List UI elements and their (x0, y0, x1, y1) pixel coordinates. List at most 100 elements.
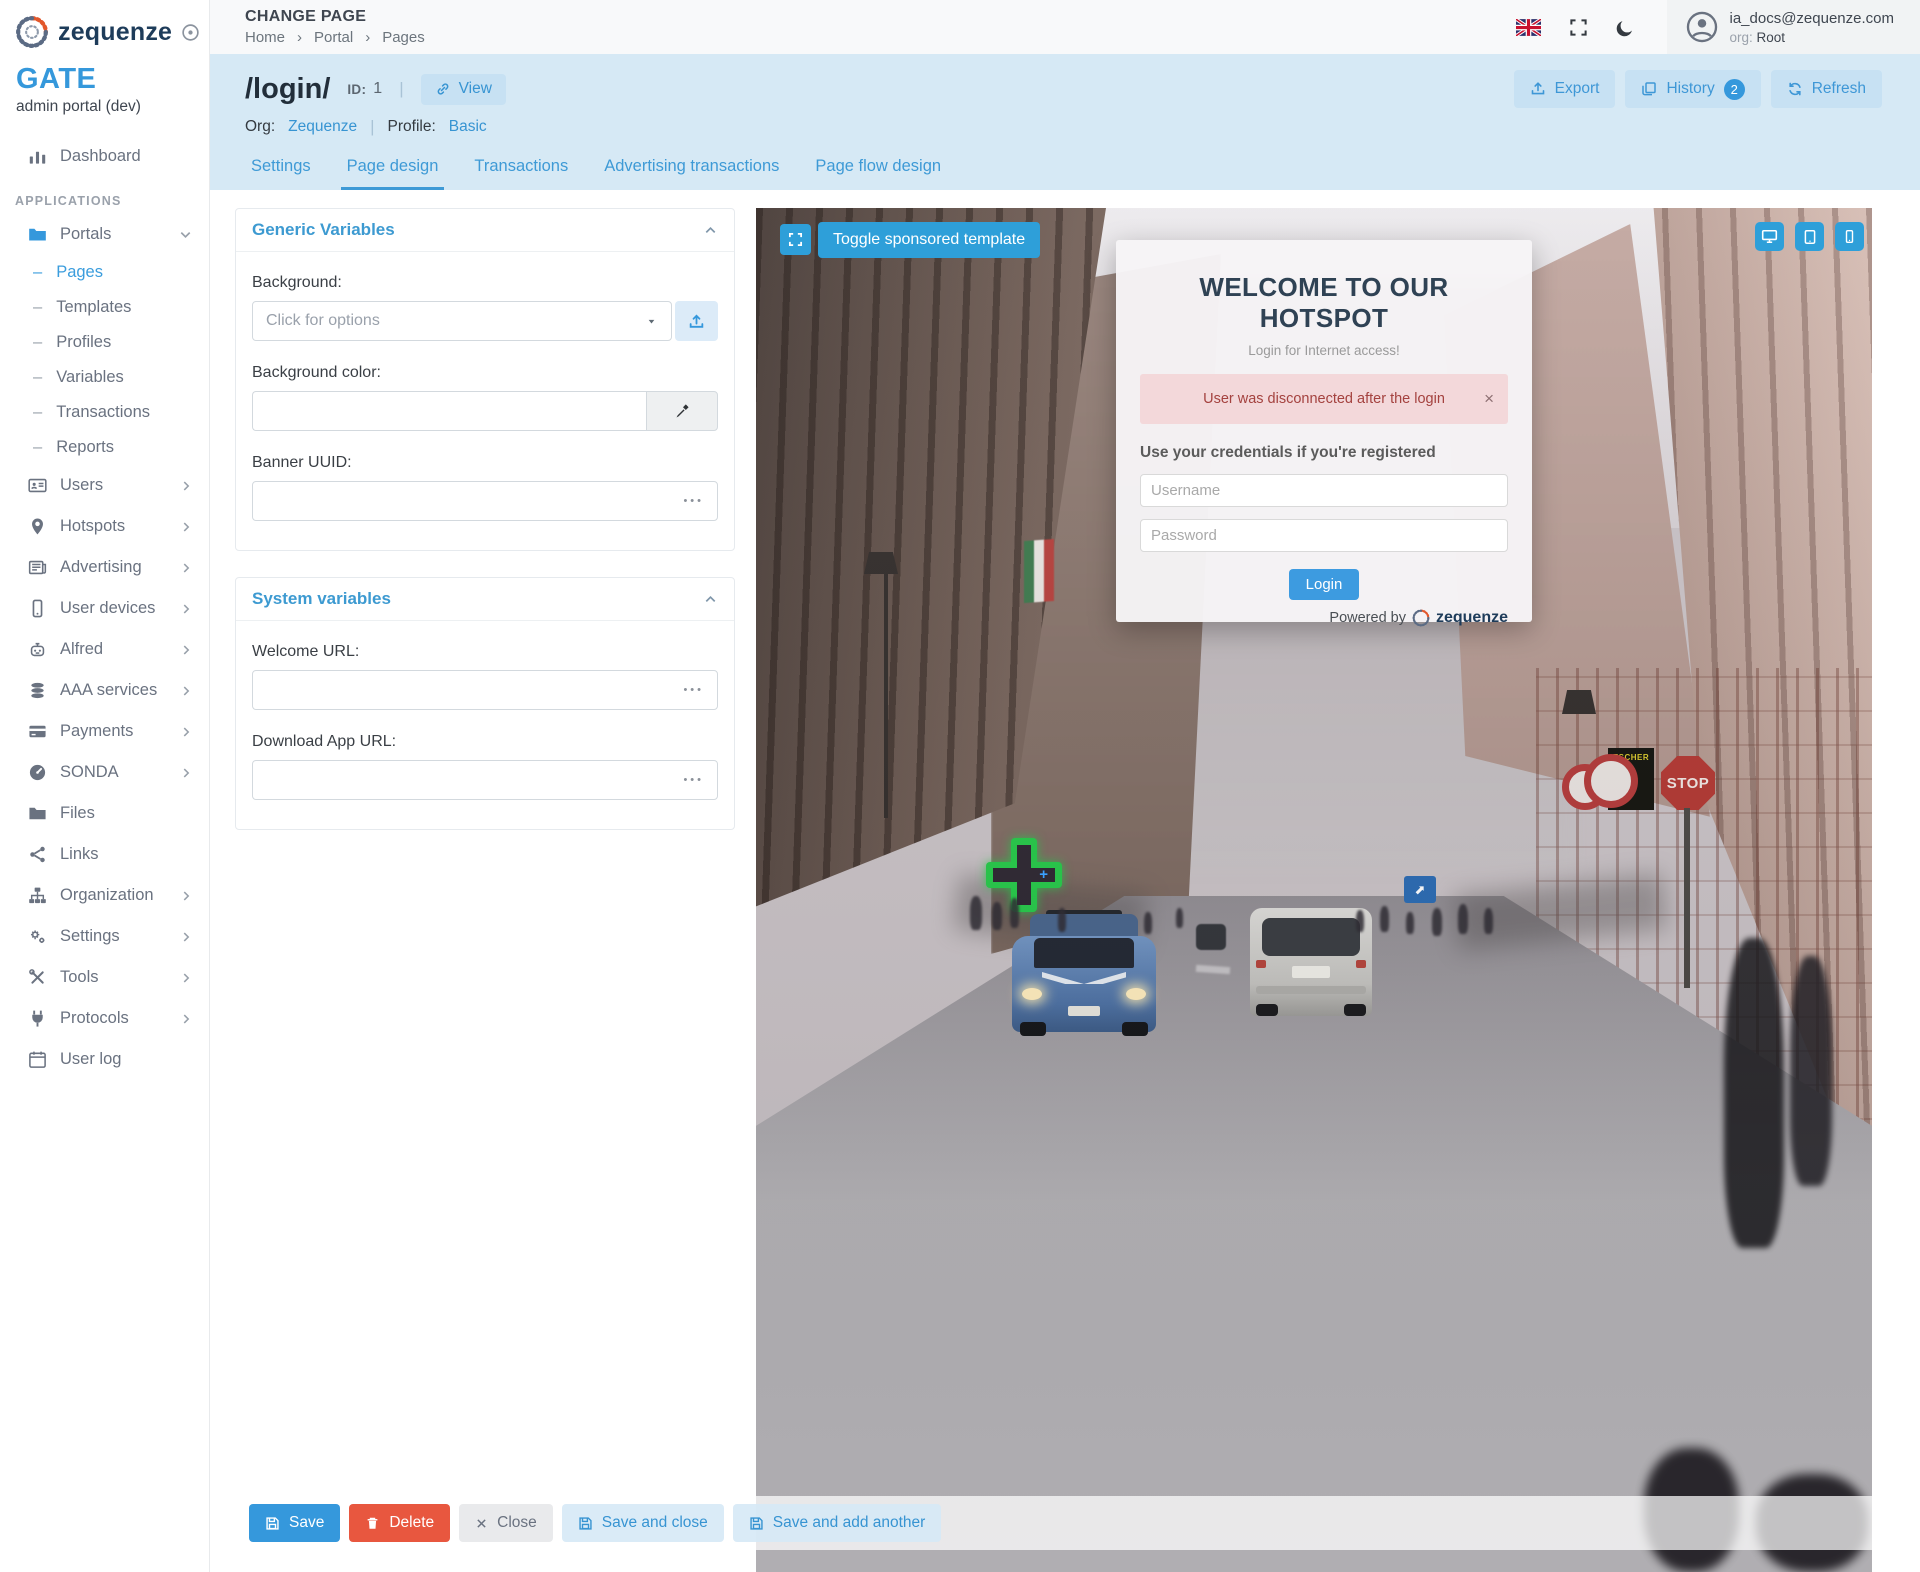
sidebar: zequenze GATE admin portal (dev) Dashboa… (0, 0, 210, 1572)
photo-pedestrian (992, 902, 1002, 930)
gauge-icon (28, 763, 47, 782)
breadcrumb: Home › Portal › Pages (245, 29, 425, 46)
ellipsis-icon[interactable]: ••• (683, 496, 704, 507)
sidebar-item-files[interactable]: Files (0, 793, 209, 834)
eyedropper-button[interactable] (646, 391, 718, 431)
divider: | (399, 79, 403, 99)
ellipsis-icon[interactable]: ••• (683, 685, 704, 696)
save-and-add-another-button[interactable]: Save and add another (733, 1504, 942, 1542)
org-link[interactable]: Zequenze (288, 118, 357, 136)
ellipsis-icon[interactable]: ••• (683, 775, 704, 786)
photo-italian-flag (1024, 539, 1054, 603)
toggle-sponsored-template-button[interactable]: Toggle sponsored template (818, 222, 1040, 258)
sidebar-item-transactions[interactable]: –Transactions (0, 395, 209, 430)
sidebar-nav: Dashboard APPLICATIONS Portals –Pages –T… (0, 136, 209, 1080)
tab-page-flow-design[interactable]: Page flow design (809, 157, 947, 190)
sidebar-item-variables[interactable]: –Variables (0, 360, 209, 395)
sidebar-item-user-devices[interactable]: User devices (0, 588, 209, 629)
sidebar-item-links[interactable]: Links (0, 834, 209, 875)
breadcrumb-home[interactable]: Home (245, 29, 285, 46)
delete-button[interactable]: Delete (349, 1504, 450, 1542)
background-label: Background: (252, 274, 718, 292)
refresh-icon (1787, 81, 1803, 97)
sidebar-item-organization[interactable]: Organization (0, 875, 209, 916)
background-color-input[interactable] (252, 391, 646, 431)
divider: | (370, 117, 374, 137)
uk-flag-icon[interactable] (1516, 19, 1541, 36)
background-select[interactable]: Click for options (252, 301, 672, 341)
download-app-url-input[interactable]: ••• (252, 760, 718, 800)
tab-page-design[interactable]: Page design (341, 157, 445, 190)
photo-pedestrian (1380, 906, 1389, 932)
chevron-right-icon (179, 889, 193, 903)
welcome-url-label: Welcome URL: (252, 643, 718, 661)
tablet-preview-button[interactable] (1795, 222, 1824, 251)
close-button[interactable]: Close (459, 1504, 553, 1542)
tablet-icon (1802, 229, 1818, 245)
sidebar-item-templates[interactable]: –Templates (0, 290, 209, 325)
password-input[interactable] (1140, 519, 1508, 552)
preview-fullscreen-button[interactable] (780, 224, 811, 255)
sidebar-item-alfred[interactable]: Alfred (0, 629, 209, 670)
photo-car (1196, 924, 1226, 950)
sidebar-item-profiles[interactable]: –Profiles (0, 325, 209, 360)
refresh-button[interactable]: Refresh (1771, 70, 1882, 108)
fullscreen-icon[interactable] (1569, 18, 1588, 37)
sidebar-item-user-log[interactable]: User log (0, 1039, 209, 1080)
chevron-down-icon (178, 227, 193, 242)
save-button[interactable]: Save (249, 1504, 340, 1542)
sidebar-item-aaa-services[interactable]: AAA services (0, 670, 209, 711)
photo-no-entry-sign (1584, 754, 1638, 808)
login-button[interactable]: Login (1289, 569, 1360, 600)
chevron-up-icon[interactable] (703, 592, 718, 607)
sidebar-item-tools[interactable]: Tools (0, 957, 209, 998)
dash-icon: – (33, 368, 42, 387)
user-menu[interactable]: ia_docs@zequenze.com org: Root (1667, 0, 1920, 54)
save-icon (578, 1516, 593, 1531)
page-header: /login/ ID: 1 | View Export History 2 Re… (210, 54, 1920, 190)
photo-pedestrian (1144, 912, 1152, 934)
export-button[interactable]: Export (1514, 70, 1616, 108)
alert-close-icon[interactable]: × (1484, 389, 1494, 409)
tab-transactions[interactable]: Transactions (468, 157, 574, 190)
view-button[interactable]: View (421, 74, 506, 105)
hotspot-login-card: WELCOME TO OUR HOTSPOT Login for Interne… (1116, 240, 1532, 622)
breadcrumb-portal[interactable]: Portal (314, 29, 353, 46)
avatar-icon (1685, 10, 1719, 44)
background-color-label: Background color: (252, 364, 718, 382)
id-value: 1 (373, 80, 382, 98)
sidebar-item-payments[interactable]: Payments (0, 711, 209, 752)
sidebar-item-advertising[interactable]: Advertising (0, 547, 209, 588)
folder-icon (28, 225, 47, 244)
welcome-url-input[interactable]: ••• (252, 670, 718, 710)
gears-icon (28, 927, 47, 946)
breadcrumb-sep: › (365, 29, 370, 46)
sidebar-collapse-toggle[interactable] (181, 23, 200, 42)
chevron-up-icon[interactable] (703, 223, 718, 238)
chevron-right-icon (179, 520, 193, 534)
desktop-preview-button[interactable] (1755, 222, 1784, 251)
sidebar-item-portals[interactable]: Portals (0, 214, 209, 255)
sidebar-item-reports[interactable]: –Reports (0, 430, 209, 465)
profile-link[interactable]: Basic (449, 118, 487, 136)
sidebar-item-hotspots[interactable]: Hotspots (0, 506, 209, 547)
phone-preview-button[interactable] (1835, 222, 1864, 251)
sidebar-item-settings[interactable]: Settings (0, 916, 209, 957)
sidebar-item-dashboard[interactable]: Dashboard (0, 136, 209, 177)
tab-advertising-transactions[interactable]: Advertising transactions (598, 157, 785, 190)
banner-uuid-input[interactable]: ••• (252, 481, 718, 521)
trash-icon (365, 1516, 380, 1531)
sidebar-item-users[interactable]: Users (0, 465, 209, 506)
save-and-close-button[interactable]: Save and close (562, 1504, 724, 1542)
device-preview-switcher (1755, 222, 1864, 251)
banner-uuid-label: Banner UUID: (252, 454, 718, 472)
sidebar-item-protocols[interactable]: Protocols (0, 998, 209, 1039)
history-button[interactable]: History 2 (1625, 70, 1760, 108)
sidebar-item-sonda[interactable]: SONDA (0, 752, 209, 793)
sidebar-item-pages[interactable]: –Pages (0, 255, 209, 290)
username-input[interactable] (1140, 474, 1508, 507)
tab-settings[interactable]: Settings (245, 157, 317, 190)
background-upload-button[interactable] (675, 301, 718, 341)
moon-icon[interactable] (1616, 18, 1635, 37)
photo-pedestrian (970, 896, 982, 930)
